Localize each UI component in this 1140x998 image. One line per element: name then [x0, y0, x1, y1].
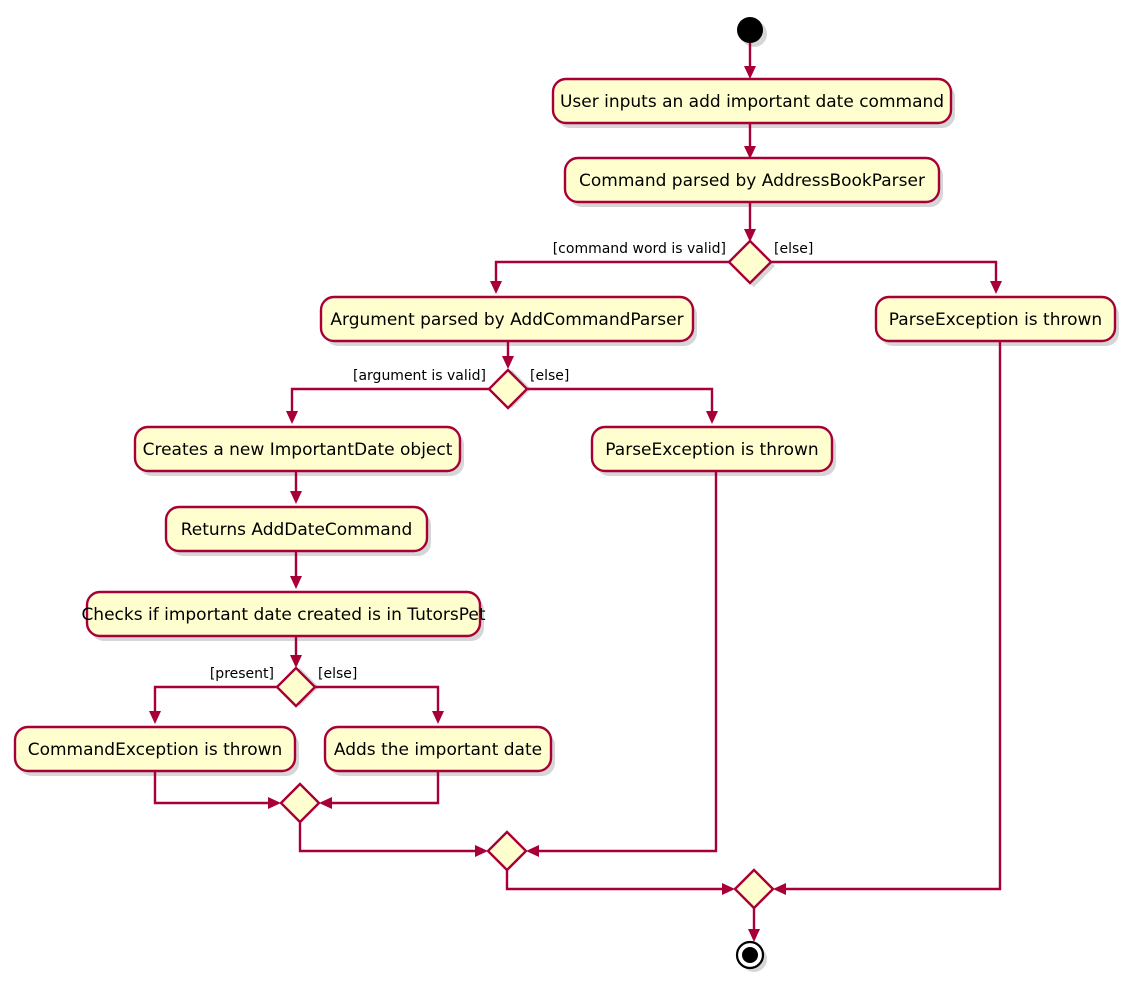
activity-label: Checks if important date created is in T…: [81, 605, 485, 625]
guard-label-argument-is-valid: [argument is valid]: [353, 368, 486, 384]
edge-m1-to-m2: [298, 822, 480, 853]
guard-label-else: [else]: [774, 241, 813, 257]
arrowhead-d1-a3: [490, 281, 502, 294]
guard-label-command-word-is-valid: [command word is valid]: [553, 241, 726, 257]
activity-node-checks-date-in-tutorspet: Checks if important date created is in T…: [81, 590, 486, 638]
edge-a10-to-m1: [327, 772, 440, 805]
activity-node-parse-exception-middle: ParseException is thrown: [590, 425, 834, 473]
activity-diagram-canvas: User inputs an add important date comman…: [0, 0, 1140, 998]
edge-a4-to-m3: [781, 341, 1002, 891]
guard-label-present: [present]: [210, 666, 274, 682]
arrowhead-m2-m3: [722, 883, 735, 895]
arrowhead-d2-a6: [706, 411, 718, 424]
arrowhead-a5-a7: [290, 491, 302, 504]
arrowhead-d3-a9: [149, 711, 161, 724]
activity-label: CommandException is thrown: [28, 740, 283, 760]
activity-label: Creates a new ImportantDate object: [143, 440, 453, 460]
merge-node-1: [279, 782, 321, 824]
arrowhead-a3-d2: [502, 356, 514, 369]
start-node: [737, 17, 763, 43]
arrowhead-d2-a5: [286, 411, 298, 424]
edge-d1-left-to-a3: [494, 260, 729, 286]
activity-node-parse-exception-right: ParseException is thrown: [874, 295, 1117, 343]
activity-label: Command parsed by AddressBookParser: [579, 171, 925, 191]
arrowhead-a4-m3: [773, 883, 786, 895]
edge-d1-right-to-a4: [771, 260, 998, 286]
activity-node-creates-importantdate: Creates a new ImportantDate object: [133, 425, 462, 473]
arrowhead-d1-a4: [990, 281, 1002, 294]
guard-label-else: [else]: [530, 368, 569, 384]
arrowhead-m1-m2: [475, 845, 488, 857]
arrowhead-a10-m1: [319, 797, 332, 809]
activity-label: ParseException is thrown: [889, 310, 1102, 330]
activity-label: ParseException is thrown: [605, 440, 818, 460]
activity-label: Argument parsed by AddCommandParser: [330, 310, 683, 330]
arrowhead-m3-end: [748, 929, 760, 942]
edge-d3-left-to-a9: [153, 685, 277, 716]
activity-label: User inputs an add important date comman…: [560, 92, 944, 112]
edge-d2-left-to-a5: [290, 387, 489, 416]
arrowhead-a9-m1: [268, 797, 281, 809]
edge-a9-to-m1: [153, 772, 273, 805]
end-node: [735, 940, 765, 970]
activity-node-returns-adddatecommand: Returns AddDateCommand: [164, 505, 429, 553]
arrowhead-a8-d3: [290, 655, 302, 668]
arrowhead-start-a1: [744, 66, 756, 79]
activity-node-argument-parsed: Argument parsed by AddCommandParser: [319, 295, 695, 343]
arrowhead-d3-a10: [432, 711, 444, 724]
edge-m2-to-m3: [505, 870, 727, 891]
guard-label-else: [else]: [318, 666, 357, 682]
edge-d3-right-to-a10: [315, 685, 440, 716]
activity-diagram: User inputs an add important date comman…: [13, 17, 1119, 972]
activity-label: Adds the important date: [334, 740, 542, 760]
activity-node-adds-important-date: Adds the important date: [323, 725, 553, 773]
activity-label: Returns AddDateCommand: [181, 520, 413, 540]
arrowhead-a6-m2: [526, 845, 539, 857]
activity-node-user-inputs-command: User inputs an add important date comman…: [551, 77, 953, 125]
arrowhead-a7-a8: [290, 576, 302, 589]
activity-node-command-parsed: Command parsed by AddressBookParser: [563, 156, 941, 204]
activity-node-command-exception: CommandException is thrown: [13, 725, 297, 773]
merge-node-3: [733, 868, 775, 910]
edge-a6-to-m2: [534, 470, 718, 853]
merge-node-2: [486, 830, 528, 872]
edge-d2-right-to-a6: [527, 387, 714, 416]
